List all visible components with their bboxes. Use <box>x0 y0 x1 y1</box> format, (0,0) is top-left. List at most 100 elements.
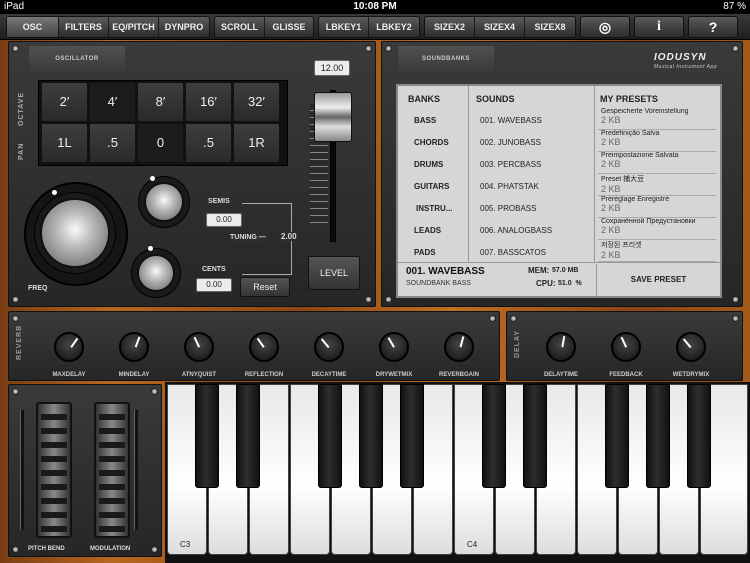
pan-label: PAN <box>18 142 25 160</box>
maxdelay-knob[interactable] <box>54 332 84 362</box>
glisse-button[interactable]: GLISSE <box>265 17 313 37</box>
octave-32[interactable]: 32′ <box>233 82 280 122</box>
octave-2[interactable]: 2′ <box>41 82 88 122</box>
toolbar-group-4: SIZEX2 SIZEX4 SIZEX8 <box>424 16 576 38</box>
pan-center[interactable]: 0 <box>137 123 184 163</box>
reset-button[interactable]: Reset <box>240 277 290 297</box>
black-key[interactable] <box>605 384 629 488</box>
divider <box>468 86 469 262</box>
sizex2-button[interactable]: SIZEX2 <box>425 17 475 37</box>
info-icon[interactable]: i <box>634 16 684 38</box>
feedback-label: FEEDBACK <box>609 372 643 378</box>
sound-item[interactable]: 006. ANALOGBASS <box>480 226 552 235</box>
black-key[interactable] <box>523 384 547 488</box>
cents-knob[interactable] <box>137 254 175 292</box>
sizex8-button[interactable]: SIZEX8 <box>525 17 575 37</box>
save-preset-button[interactable]: SAVE PRESET <box>596 264 720 296</box>
sound-item[interactable]: 003. PERCBASS <box>480 160 541 169</box>
drywetmix-knob[interactable] <box>379 332 409 362</box>
black-key[interactable] <box>400 384 424 488</box>
octave-16[interactable]: 16′ <box>185 82 232 122</box>
preset-item[interactable]: Сохранённой Предустановки 2 KB <box>598 218 716 240</box>
lbkey2-button[interactable]: LBKEY2 <box>369 17 419 37</box>
mindelay-label: MINDELAY <box>118 372 150 378</box>
decaytime-knob[interactable] <box>314 332 344 362</box>
sound-item[interactable]: 007. BASSCATOS <box>480 248 546 257</box>
screw-icon <box>365 296 372 303</box>
maxdelay-label: MAXDELAY <box>52 372 86 378</box>
octave-8[interactable]: 8′ <box>137 82 184 122</box>
cents-value[interactable]: 0.00 <box>196 278 232 292</box>
wetdrymix-knob[interactable] <box>676 332 706 362</box>
tab-soundbanks: SOUNDBANKS <box>398 46 494 72</box>
globe-icon[interactable]: ◎ <box>580 16 630 38</box>
black-key[interactable] <box>482 384 506 488</box>
black-key[interactable] <box>318 384 342 488</box>
divider <box>594 86 595 262</box>
sound-item[interactable]: 002. JUNOBASS <box>480 138 541 147</box>
pan-1r[interactable]: 1R <box>233 123 280 163</box>
scroll-button[interactable]: SCROLL <box>215 17 265 37</box>
pitch-bend-wheel[interactable] <box>36 402 72 538</box>
presets-header: MY PRESETS <box>600 94 658 104</box>
black-key[interactable] <box>236 384 260 488</box>
sound-item[interactable]: 001. WAVEBASS <box>480 116 542 125</box>
presets-list: Gespeicherte Voreinstellung 2 KB Predefin… <box>596 106 720 262</box>
level-fader-handle[interactable] <box>314 92 352 142</box>
sizex4-button[interactable]: SIZEX4 <box>475 17 525 37</box>
level-button[interactable]: LEVEL <box>308 256 360 290</box>
semis-knob-indicator <box>150 176 155 181</box>
black-key[interactable] <box>359 384 383 488</box>
iodusyn-logo: IODUSYN <box>654 52 707 63</box>
bank-item[interactable]: DRUMS <box>414 160 443 169</box>
sound-item[interactable]: 004. PHATSTAK <box>480 182 539 191</box>
reflection-knob[interactable] <box>249 332 279 362</box>
sound-item[interactable]: 005. PROBASS <box>480 204 536 213</box>
black-key[interactable] <box>646 384 670 488</box>
tab-filters[interactable]: FILTERS <box>59 17 109 37</box>
semis-knob[interactable] <box>144 182 184 222</box>
bank-item[interactable]: INSTRU... <box>416 204 452 213</box>
delaytime-knob[interactable] <box>546 332 576 362</box>
bank-item[interactable]: BASS <box>414 116 436 125</box>
logo-subtitle: Musical Instrument App <box>654 64 718 70</box>
bank-item[interactable]: PADS <box>414 248 436 257</box>
wetdrymix-label: WETDRYMIX <box>672 372 710 378</box>
pan-half-left[interactable]: .5 <box>89 123 136 163</box>
tab-osc[interactable]: OSC <box>7 17 59 37</box>
screw-icon <box>12 546 19 553</box>
tab-eq-pitch[interactable]: EQ/PITCH <box>109 17 159 37</box>
pan-half-right[interactable]: .5 <box>185 123 232 163</box>
preset-item[interactable]: Gespeicherte Voreinstellung 2 KB <box>598 108 716 130</box>
bank-item[interactable]: GUITARS <box>414 182 449 191</box>
c3-label: C3 <box>180 540 191 549</box>
bank-item[interactable]: LEADS <box>414 226 441 235</box>
preset-item[interactable]: Préréglage Enregistré 2 KB <box>598 196 716 218</box>
lbkey1-button[interactable]: LBKEY1 <box>319 17 369 37</box>
cents-knob-indicator <box>148 246 153 251</box>
preset-item[interactable]: 저장된 프리셋 2 KB <box>598 240 716 262</box>
tab-dynpro[interactable]: DYNPRO <box>159 17 209 37</box>
preset-item[interactable]: Preset 捕大豆 2 KB <box>598 174 716 196</box>
octave-4[interactable]: 4′ <box>89 82 136 122</box>
reverbgain-knob[interactable] <box>444 332 474 362</box>
semis-value[interactable]: 0.00 <box>206 213 242 227</box>
freq-label: FREQ <box>28 285 48 292</box>
bank-item[interactable]: CHORDS <box>414 138 449 147</box>
delaytime-label: DELAYTIME <box>543 372 579 378</box>
mindelay-knob[interactable] <box>119 332 149 362</box>
wheels-panel <box>8 384 162 557</box>
atnyquist-knob[interactable] <box>184 332 214 362</box>
black-key[interactable] <box>195 384 219 488</box>
black-key[interactable] <box>687 384 711 488</box>
preset-item[interactable]: Predefinição Salva 2 KB <box>598 130 716 152</box>
modulation-wheel[interactable] <box>94 402 130 538</box>
tuning-value: 2.00 <box>280 232 298 241</box>
pan-1l[interactable]: 1L <box>41 123 88 163</box>
feedback-knob[interactable] <box>611 332 641 362</box>
preset-item[interactable]: Preimpostazione Salvata 2 KB <box>598 152 716 174</box>
help-icon[interactable]: ? <box>688 16 738 38</box>
modulation-label: MODULATION <box>90 546 131 552</box>
level-value: 12.00 <box>314 60 350 76</box>
freq-knob[interactable] <box>40 198 110 268</box>
